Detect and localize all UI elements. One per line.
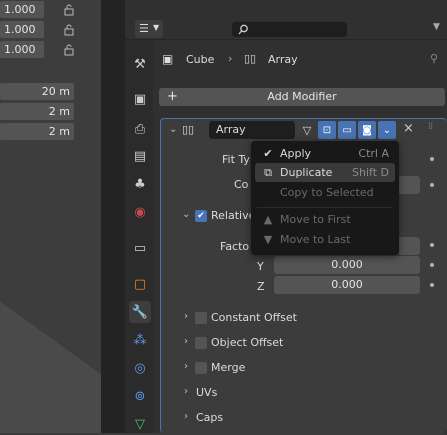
factor-label: Facto — [220, 240, 250, 253]
dimension-x-field[interactable]: 20 m — [0, 83, 74, 100]
editor-type-button[interactable]: ☰ ▼ — [135, 20, 163, 38]
collapse-icon[interactable]: ⌄ — [182, 209, 190, 220]
scene-tab-icon[interactable]: ♣ — [129, 173, 151, 195]
object-offset-header[interactable]: Object Offset — [211, 336, 283, 349]
add-modifier-button[interactable]: + Add Modifier — [159, 88, 445, 106]
chevron-down-icon: ▼ — [153, 23, 160, 32]
options-dropdown-button[interactable]: ▼ — [433, 22, 447, 37]
edit-cage-icon[interactable]: ▽ — [298, 121, 316, 139]
menu-item-copy-to-selected[interactable]: Copy to Selected — [255, 183, 395, 202]
object-tab-icon[interactable]: ▢ — [129, 273, 151, 295]
world-tab-icon[interactable]: ◉ — [129, 201, 151, 223]
drag-handle-icon[interactable]: ⁞⁞ — [428, 121, 433, 132]
modifier-name-field[interactable]: Array — [209, 121, 295, 139]
keyframe-dot-icon[interactable] — [430, 263, 434, 267]
modifier-tab-icon[interactable]: 🔧 — [129, 301, 151, 323]
modifier-extras-menu: ✔ Apply Ctrl A ⧉ Duplicate Shift D Copy … — [251, 141, 399, 255]
realtime-toggle-icon[interactable]: ▭ — [338, 121, 356, 139]
pin-icon[interactable]: ⚲ — [430, 52, 438, 65]
particles-tab-icon[interactable]: ⁂ — [129, 329, 151, 351]
expand-icon[interactable]: › — [184, 361, 188, 372]
menu-item-duplicate[interactable]: ⧉ Duplicate Shift D — [255, 163, 395, 182]
constant-offset-checkbox[interactable] — [195, 312, 207, 324]
scale-x-field[interactable]: 1.000 — [0, 1, 44, 18]
factor-z-field[interactable]: 0.000 — [274, 276, 420, 294]
factor-y-field[interactable]: 0.000 — [274, 256, 420, 274]
viewport-floor — [0, 301, 103, 433]
triangle-down-icon: ▼ — [263, 233, 273, 246]
lock-icon[interactable] — [62, 3, 76, 17]
count-field[interactable] — [398, 176, 420, 194]
scale-y-field[interactable]: 1.000 — [0, 21, 44, 38]
keyframe-dot-icon[interactable] — [430, 283, 434, 287]
checkmark-icon: ✔ — [263, 147, 273, 160]
constant-offset-header[interactable]: Constant Offset — [211, 311, 297, 324]
dimension-z-field[interactable]: 2 m — [0, 123, 74, 140]
caps-header[interactable]: Caps — [196, 411, 223, 424]
data-tab-icon[interactable]: ▽ — [129, 413, 151, 435]
object-icon: ▣ — [162, 52, 174, 66]
extras-menu-button[interactable]: ⌄ — [378, 121, 396, 139]
3d-viewport[interactable]: 1.000 1.000 1.000 20 m 2 m 2 m — [0, 0, 103, 433]
factor-x-field[interactable] — [398, 237, 420, 255]
keyframe-dot-icon[interactable] — [430, 157, 434, 161]
menu-item-move-to-last[interactable]: ▼ Move to Last — [255, 230, 395, 249]
menu-item-apply[interactable]: ✔ Apply Ctrl A — [255, 144, 395, 163]
render-tab-icon[interactable]: ▣ — [129, 88, 151, 110]
object-offset-checkbox[interactable] — [195, 337, 207, 349]
add-modifier-label: Add Modifier — [267, 90, 337, 103]
expand-icon[interactable]: › — [184, 311, 188, 322]
relative-offset-checkbox[interactable]: ✔ — [195, 210, 207, 222]
close-icon[interactable]: × — [403, 121, 414, 136]
fit-type-label: Fit Ty — [222, 153, 250, 166]
count-label: Co — [234, 178, 249, 191]
collection-tab-icon[interactable]: ▭ — [129, 237, 151, 259]
render-toggle-icon[interactable]: ◙ — [358, 121, 376, 139]
triangle-up-icon: ▲ — [263, 213, 273, 226]
array-modifier-icon: ▯▯ — [244, 52, 257, 65]
lock-icon[interactable] — [62, 43, 76, 57]
editmode-toggle-icon[interactable]: ⊡ — [318, 121, 336, 139]
constraints-tab-icon[interactable]: ⊚ — [129, 385, 151, 407]
merge-checkbox[interactable] — [195, 362, 207, 374]
expand-icon[interactable]: › — [184, 386, 188, 397]
expand-icon[interactable]: › — [184, 411, 188, 422]
relative-offset-label: Relative — [211, 209, 256, 222]
keyframe-dot-icon[interactable] — [430, 183, 434, 187]
breadcrumb: ▣ Cube › ▯▯ Array ⚲ — [160, 48, 447, 72]
lock-icon[interactable] — [62, 23, 76, 37]
output-tab-icon[interactable]: ⎙ — [129, 118, 151, 140]
search-icon — [238, 24, 248, 35]
tool-tab-icon[interactable]: ⚒ — [129, 53, 151, 75]
area-divider[interactable] — [101, 0, 125, 433]
search-input[interactable] — [232, 22, 347, 37]
array-modifier-icon: ▯▯ — [182, 123, 195, 136]
physics-tab-icon[interactable]: ◎ — [129, 357, 151, 379]
factor-z-label: Z — [257, 280, 265, 293]
duplicate-icon: ⧉ — [264, 166, 272, 179]
uvs-header[interactable]: UVs — [196, 386, 217, 399]
properties-tabs: ⚒ ▣ ⎙ ▤ ♣ ◉ ▭ ▢ 🔧 ⁂ ◎ ⊚ ▽ — [125, 40, 153, 433]
menu-separator — [257, 207, 393, 208]
plus-icon: + — [167, 89, 178, 104]
scale-z-field[interactable]: 1.000 — [0, 41, 44, 58]
collapse-icon[interactable]: ⌄ — [169, 124, 177, 135]
breadcrumb-object: Cube — [186, 53, 215, 66]
chevron-right-icon: › — [228, 52, 233, 65]
factor-y-label: Y — [257, 260, 264, 273]
merge-header[interactable]: Merge — [211, 361, 245, 374]
editor-type-icon: ☰ — [139, 22, 149, 35]
expand-icon[interactable]: › — [184, 336, 188, 347]
menu-item-move-to-first[interactable]: ▲ Move to First — [255, 210, 395, 229]
view-layer-tab-icon[interactable]: ▤ — [129, 145, 151, 167]
keyframe-dot-icon[interactable] — [430, 243, 434, 247]
breadcrumb-modifier: Array — [268, 53, 298, 66]
dimension-y-field[interactable]: 2 m — [0, 103, 74, 120]
